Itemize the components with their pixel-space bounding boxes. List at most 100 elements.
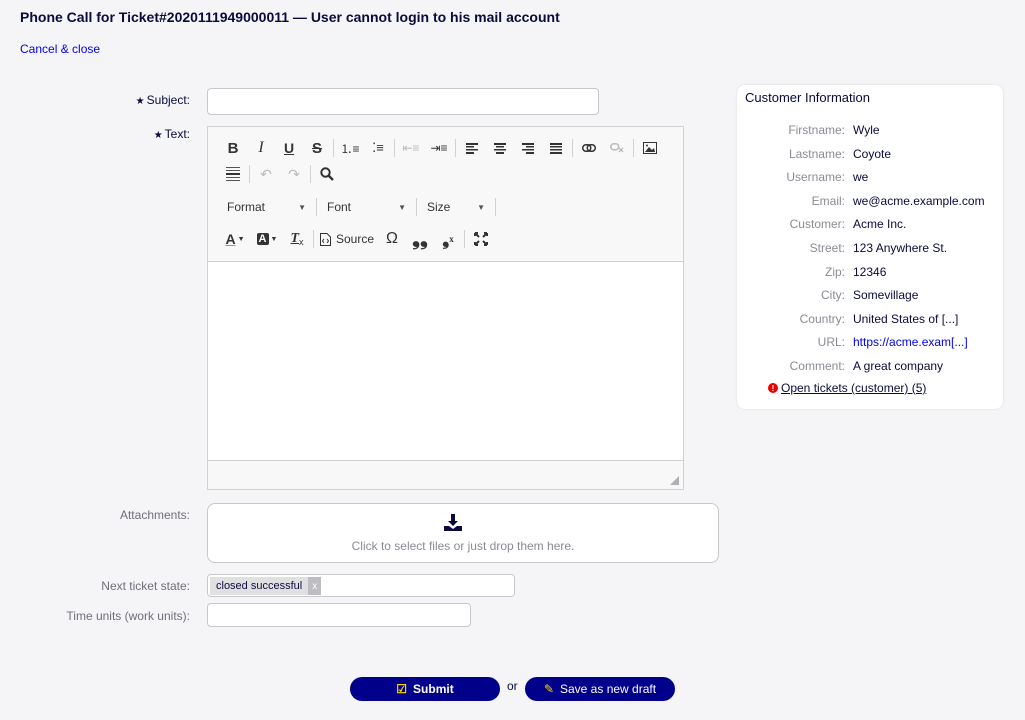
underline-icon[interactable]: U	[275, 136, 303, 160]
source-icon	[319, 232, 331, 246]
resize-handle-icon[interactable]	[670, 476, 679, 485]
format-dropdown[interactable]: Format ▼	[219, 195, 314, 219]
italic-icon[interactable]: I	[247, 136, 275, 160]
customer-field-row: Username: we	[737, 170, 1003, 186]
customer-field-row: Lastname: Coyote	[737, 147, 1003, 163]
customer-field-value: we	[853, 170, 869, 185]
toolbar-separator	[249, 165, 250, 183]
next-state-label: Next ticket state:	[101, 579, 190, 593]
open-tickets-link[interactable]: Open tickets (customer) (5)	[781, 381, 926, 395]
editor-content-area[interactable]	[208, 261, 683, 461]
customer-field-value: A great company	[853, 359, 944, 373]
source-button[interactable]: Source	[316, 227, 378, 251]
align-left-icon[interactable]	[458, 136, 486, 160]
toolbar-separator	[495, 198, 496, 216]
submit-button[interactable]: ☑ Submit	[350, 677, 500, 701]
text-label: ★ Text:	[154, 127, 190, 141]
link-icon[interactable]	[575, 136, 603, 160]
customer-field-value: Somevillage	[853, 288, 919, 303]
subject-input[interactable]	[207, 88, 599, 115]
customer-field-value: United States of [...]	[853, 311, 959, 326]
outdent-icon[interactable]: ⇤≡	[397, 136, 425, 160]
checkbox-icon: ☑	[396, 682, 408, 696]
source-label: Source	[335, 232, 375, 246]
customer-field-key: Customer:	[789, 217, 845, 232]
align-right-icon[interactable]	[514, 136, 542, 160]
customer-url-link[interactable]: https://acme.exam[...]	[853, 335, 968, 349]
customer-field-row: Street: 123 Anywhere St.	[737, 241, 1003, 257]
customer-field-row: Country: United States of [...]	[737, 312, 1003, 328]
justify-icon[interactable]	[542, 136, 570, 160]
required-star-icon: ★	[135, 96, 145, 107]
special-char-icon[interactable]: Ω	[378, 227, 406, 251]
time-units-label: Time units (work units):	[66, 609, 190, 623]
blockquote-icon[interactable]: ❟❟	[406, 227, 434, 251]
customer-field-value: 12346	[853, 264, 887, 279]
text-label-text: Text:	[164, 127, 190, 141]
submit-label: Submit	[413, 682, 454, 696]
unlink-icon[interactable]	[603, 136, 631, 160]
strikethrough-icon[interactable]: S	[303, 136, 331, 160]
remove-format-icon[interactable]: Tx	[283, 227, 311, 251]
customer-field-key: Username:	[786, 170, 845, 185]
customer-field-key: City:	[821, 288, 845, 303]
save-draft-button[interactable]: ✎ Save as new draft	[525, 677, 675, 701]
page-title: Phone Call for Ticket#2020111949000011 —…	[20, 9, 560, 25]
text-color-icon[interactable]: A ▼	[219, 227, 251, 251]
customer-field-value: Acme Inc.	[853, 217, 907, 232]
align-center-icon[interactable]	[486, 136, 514, 160]
toolbar-separator	[633, 139, 634, 157]
customer-field-row: Comment: A great company	[737, 359, 1003, 375]
attachments-dropzone[interactable]: Click to select files or just drop them …	[207, 503, 719, 563]
customer-field-value: Coyote	[853, 146, 892, 161]
chevron-down-icon: ▼	[477, 202, 485, 212]
edit-icon: ✎	[543, 682, 554, 696]
image-icon[interactable]	[636, 136, 664, 160]
undo-icon[interactable]: ↶	[252, 162, 280, 186]
selected-state-label: closed successful	[216, 580, 303, 592]
toolbar-separator	[313, 230, 314, 248]
customer-field-row: Email: we@acme.example.com	[737, 194, 1003, 210]
subject-label: ★ Subject:	[136, 93, 190, 107]
chevron-down-icon: ▼	[298, 202, 306, 212]
redo-icon[interactable]: ↷	[280, 162, 308, 186]
toolbar-separator	[333, 139, 334, 157]
customer-field-key: Comment:	[789, 359, 845, 373]
customer-info-panel: Customer Information Firstname: Wyle Lastn…	[737, 85, 1003, 409]
bulleted-list-icon[interactable]: ⁚≡	[364, 136, 392, 160]
bold-icon[interactable]: B	[219, 136, 247, 160]
toolbar-separator	[464, 230, 465, 248]
warning-icon: !	[768, 383, 778, 393]
maximize-icon[interactable]	[467, 227, 495, 251]
remove-blockquote-icon[interactable]: ❟ x	[434, 227, 462, 251]
background-color-icon[interactable]: A ▼	[251, 227, 283, 251]
size-dropdown[interactable]: Size ▼	[419, 195, 493, 219]
customer-field-row: Firstname: Wyle	[737, 123, 1003, 139]
format-dropdown-label: Format	[227, 200, 266, 214]
rich-text-editor: B I U S ⒈≡ ⁚≡ ⇤≡ ⇥≡ ↶ ↷ Format ▼ Font ▼ …	[207, 126, 684, 490]
customer-info-title: Customer Information	[745, 90, 870, 105]
or-text: or	[507, 679, 518, 693]
customer-field-row: Customer: Acme Inc.	[737, 217, 1003, 233]
customer-field-value: 123 Anywhere St.	[853, 241, 948, 255]
customer-field-key: Email:	[811, 193, 845, 208]
cancel-close-link[interactable]: Cancel & close	[20, 42, 100, 56]
font-dropdown[interactable]: Font ▼	[319, 195, 414, 219]
toolbar-separator	[310, 165, 311, 183]
download-icon	[444, 514, 462, 531]
time-units-input[interactable]	[207, 603, 471, 627]
find-icon[interactable]	[313, 162, 341, 186]
toolbar-separator	[316, 198, 317, 216]
next-state-select[interactable]: closed successful x	[207, 574, 515, 597]
numbered-list-icon[interactable]: ⒈≡	[336, 136, 364, 160]
customer-field-value: Wyle	[853, 123, 880, 137]
customer-field-row: URL: https://acme.exam[...]	[737, 335, 1003, 351]
customer-field-key: Lastname:	[788, 146, 845, 161]
attachments-label: Attachments:	[119, 508, 190, 522]
horizontal-line-icon[interactable]	[219, 162, 247, 186]
toolbar-separator	[394, 139, 395, 157]
subject-label-text: Subject:	[146, 93, 190, 107]
toolbar-separator	[455, 139, 456, 157]
indent-icon[interactable]: ⇥≡	[425, 136, 453, 160]
remove-tag-icon[interactable]: x	[308, 577, 322, 595]
